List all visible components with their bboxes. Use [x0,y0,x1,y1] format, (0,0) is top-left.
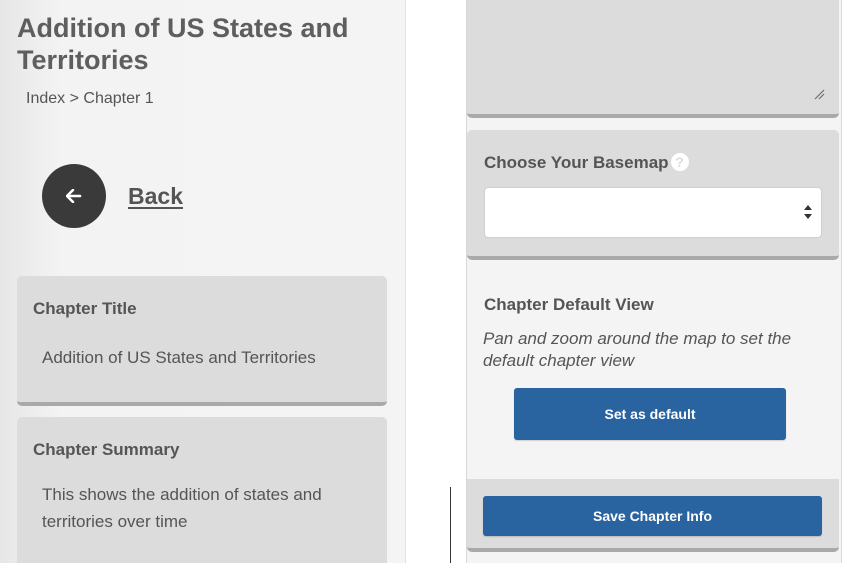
back-button[interactable] [42,164,106,228]
basemap-label-text: Choose Your Basemap [484,153,669,172]
back-link[interactable]: Back [128,183,183,210]
select-arrows-icon [804,205,812,219]
arrow-left-icon [66,189,82,203]
default-view-label: Chapter Default View [484,295,654,314]
chapter-sidebar: Addition of US States and Territories In… [0,0,406,563]
chapter-summary-value[interactable]: This shows the addition of states and te… [42,481,372,535]
breadcrumb-index[interactable]: Index [26,90,65,107]
chapter-title-card: Chapter Title Addition of US States and … [17,276,387,406]
settings-column: Choose Your Basemap? [466,0,842,563]
panel-divider [450,487,451,563]
page-title: Addition of US States and Territories [17,13,349,75]
chapter-title-value[interactable]: Addition of US States and Territories [42,344,372,371]
back-control[interactable]: Back [42,164,183,228]
summary-textarea[interactable] [467,0,839,118]
breadcrumb-separator: > [69,90,79,107]
set-default-button[interactable]: Set as default [514,388,786,440]
breadcrumb-current: Chapter 1 [83,90,154,107]
chapter-title-label: Chapter Title [33,299,137,318]
basemap-label: Choose Your Basemap? [484,153,689,173]
breadcrumb: Index > Chapter 1 [26,90,154,108]
basemap-select[interactable] [484,187,822,238]
chapter-summary-label: Chapter Summary [33,440,180,459]
question-icon[interactable]: ? [670,153,689,171]
basemap-card: Choose Your Basemap? [467,130,839,260]
save-chapter-button[interactable]: Save Chapter Info [483,496,822,536]
default-view-hint: Pan and zoom around the map to set the d… [483,329,792,370]
chapter-settings-panel: Choose Your Basemap? Chapter Default Vie… [450,0,857,563]
resize-grip-icon[interactable] [814,89,825,100]
chapter-summary-card: Chapter Summary This shows the addition … [17,417,387,563]
